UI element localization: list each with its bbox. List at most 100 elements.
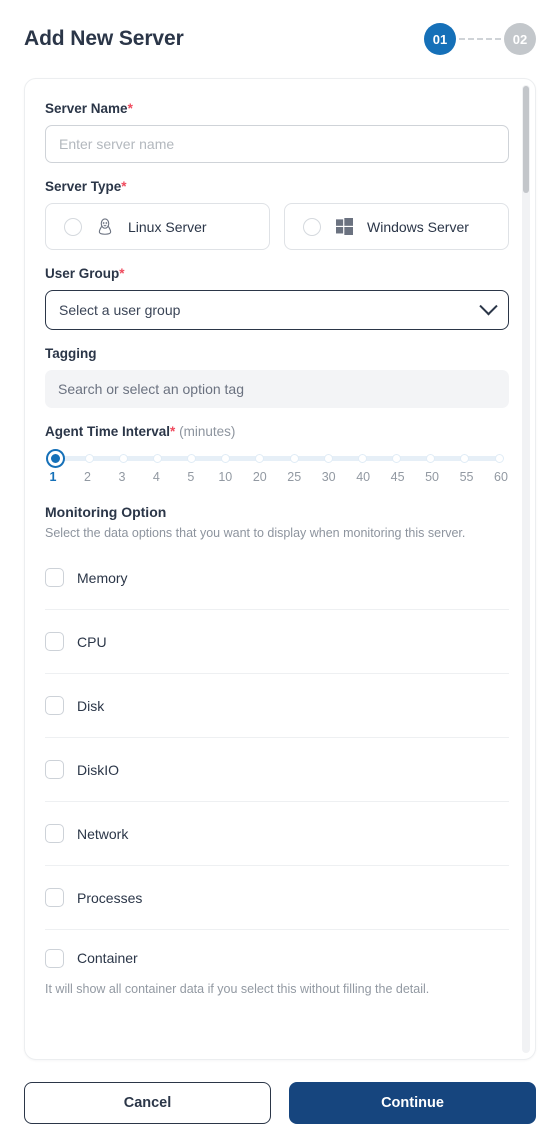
slider-label-25[interactable]: 25: [287, 470, 301, 484]
monitoring-item-network[interactable]: Network: [45, 802, 509, 866]
agent-time-interval-field: Agent Time Interval* (minutes) 1 2 3 4 5 10 20…: [45, 424, 509, 488]
checkbox-disk[interactable]: [45, 696, 64, 715]
tagging-input[interactable]: [45, 370, 509, 408]
slider-tick-55[interactable]: [460, 454, 470, 463]
page-title: Add New Server: [24, 27, 184, 50]
tagging-field: Tagging: [45, 346, 509, 408]
user-group-select[interactable]: Select a user group: [45, 290, 509, 330]
radio-linux[interactable]: [64, 217, 82, 236]
monitoring-item-container[interactable]: Container: [45, 930, 509, 986]
windows-logo-icon: [334, 217, 354, 237]
chevron-down-icon: [479, 296, 498, 315]
monitoring-item-label: Processes: [77, 889, 143, 906]
server-type-label-windows: Windows Server: [367, 218, 469, 235]
slider-thumb[interactable]: [47, 451, 63, 466]
monitoring-item-disk[interactable]: Disk: [45, 674, 509, 738]
checkbox-memory[interactable]: [45, 568, 64, 587]
slider-tick-10[interactable]: [221, 454, 231, 463]
slider-tick-50[interactable]: [426, 454, 436, 463]
slider-tick-40[interactable]: [357, 454, 367, 463]
scrollbar-thumb[interactable]: [523, 86, 529, 193]
checkbox-container[interactable]: [45, 948, 64, 968]
server-name-label: Server Name*: [45, 101, 133, 116]
slider-track[interactable]: [47, 451, 504, 466]
slider-label-45[interactable]: 45: [391, 470, 405, 484]
monitoring-item-label: Disk: [77, 697, 105, 714]
slider-tick-labels: 1 2 3 4 5 10 20 25 30 40 45 50 55 60: [50, 470, 508, 488]
required-asterisk: *: [121, 179, 127, 194]
form-scroll-area[interactable]: Server Name* Server Type*: [25, 79, 535, 1059]
slider-tick-20[interactable]: [255, 454, 265, 463]
step-badge-1[interactable]: 01: [424, 23, 456, 55]
step-badge-2[interactable]: 02: [504, 23, 536, 55]
server-type-option-windows[interactable]: Windows Server: [284, 203, 509, 250]
slider-label-40[interactable]: 40: [356, 470, 370, 484]
user-group-field: User Group* Select a user group: [45, 266, 509, 330]
server-type-field: Server Type* Linux Server Windows Server: [45, 179, 509, 250]
user-group-selected-value: Select a user group: [59, 302, 181, 318]
server-name-input[interactable]: [45, 125, 509, 163]
dialog-header: Add New Server 01 02: [0, 0, 560, 78]
checkbox-processes[interactable]: [45, 888, 64, 907]
slider-tick-30[interactable]: [323, 454, 333, 463]
dialog-footer: Cancel Continue: [0, 1060, 560, 1146]
agent-time-interval-label: Agent Time Interval* (minutes): [45, 424, 236, 439]
monitoring-option-list: Memory CPU Disk DiskIO Network Processes Conta…: [45, 546, 509, 986]
monitoring-item-diskio[interactable]: DiskIO: [45, 738, 509, 802]
monitoring-item-processes[interactable]: Processes: [45, 866, 509, 930]
slider-label-1[interactable]: 1: [50, 470, 57, 484]
slider-label-30[interactable]: 30: [322, 470, 336, 484]
agent-time-interval-unit: (minutes): [179, 424, 236, 439]
monitoring-option-title: Monitoring Option: [45, 504, 167, 520]
slider-tick-4[interactable]: [152, 454, 162, 463]
server-type-label-linux: Linux Server: [128, 218, 207, 235]
form-card: Server Name* Server Type*: [24, 78, 536, 1060]
cancel-button[interactable]: Cancel: [24, 1082, 271, 1124]
slider-label-50[interactable]: 50: [425, 470, 439, 484]
required-asterisk: *: [127, 101, 133, 116]
checkbox-network[interactable]: [45, 824, 64, 843]
server-name-field: Server Name*: [45, 101, 509, 163]
slider-label-3[interactable]: 3: [118, 470, 125, 484]
monitoring-option-section: Monitoring Option Select the data option…: [45, 504, 509, 996]
required-asterisk: *: [119, 266, 125, 281]
slider-label-55[interactable]: 55: [460, 470, 474, 484]
slider-tick-45[interactable]: [392, 454, 402, 463]
checkbox-diskio[interactable]: [45, 760, 64, 779]
slider-label-2[interactable]: 2: [84, 470, 91, 484]
slider-tick-60[interactable]: [494, 454, 504, 463]
monitoring-item-memory[interactable]: Memory: [45, 546, 509, 610]
user-group-label: User Group*: [45, 266, 125, 281]
scrollbar-track[interactable]: [522, 85, 530, 1053]
slider-label-10[interactable]: 10: [218, 470, 232, 484]
step-indicator: 01 02: [424, 23, 536, 55]
monitoring-option-description: Select the data options that you want to…: [45, 526, 466, 540]
container-note: It will show all container data if you s…: [45, 982, 430, 996]
monitoring-item-label: Network: [77, 825, 129, 842]
monitoring-item-cpu[interactable]: CPU: [45, 610, 509, 674]
monitoring-item-label: DiskIO: [77, 761, 119, 778]
continue-button[interactable]: Continue: [289, 1082, 536, 1124]
slider-tick-5[interactable]: [187, 454, 197, 463]
slider-label-60[interactable]: 60: [494, 470, 508, 484]
add-server-dialog: Add New Server 01 02 Server Name* Server…: [0, 0, 560, 1146]
checkbox-cpu[interactable]: [45, 632, 64, 651]
server-type-label: Server Type*: [45, 179, 127, 194]
slider-tick-25[interactable]: [289, 454, 299, 463]
slider-tick-3[interactable]: [118, 454, 128, 463]
required-asterisk: *: [170, 424, 176, 439]
agent-time-interval-slider[interactable]: 1 2 3 4 5 10 20 25 30 40 45 50 55 60: [45, 448, 509, 488]
monitoring-item-label: Container: [77, 950, 138, 966]
slider-label-4[interactable]: 4: [153, 470, 160, 484]
monitoring-item-label: Memory: [77, 569, 128, 586]
monitoring-item-label: CPU: [77, 633, 107, 650]
slider-label-20[interactable]: 20: [253, 470, 267, 484]
tagging-label: Tagging: [45, 346, 97, 361]
step-connector: [459, 38, 501, 40]
slider-label-5[interactable]: 5: [187, 470, 194, 484]
server-type-option-linux[interactable]: Linux Server: [45, 203, 270, 250]
slider-tick-2[interactable]: [84, 454, 94, 463]
radio-windows[interactable]: [303, 217, 321, 236]
linux-penguin-icon: [95, 217, 115, 237]
form-card-wrapper: Server Name* Server Type*: [24, 78, 536, 1060]
